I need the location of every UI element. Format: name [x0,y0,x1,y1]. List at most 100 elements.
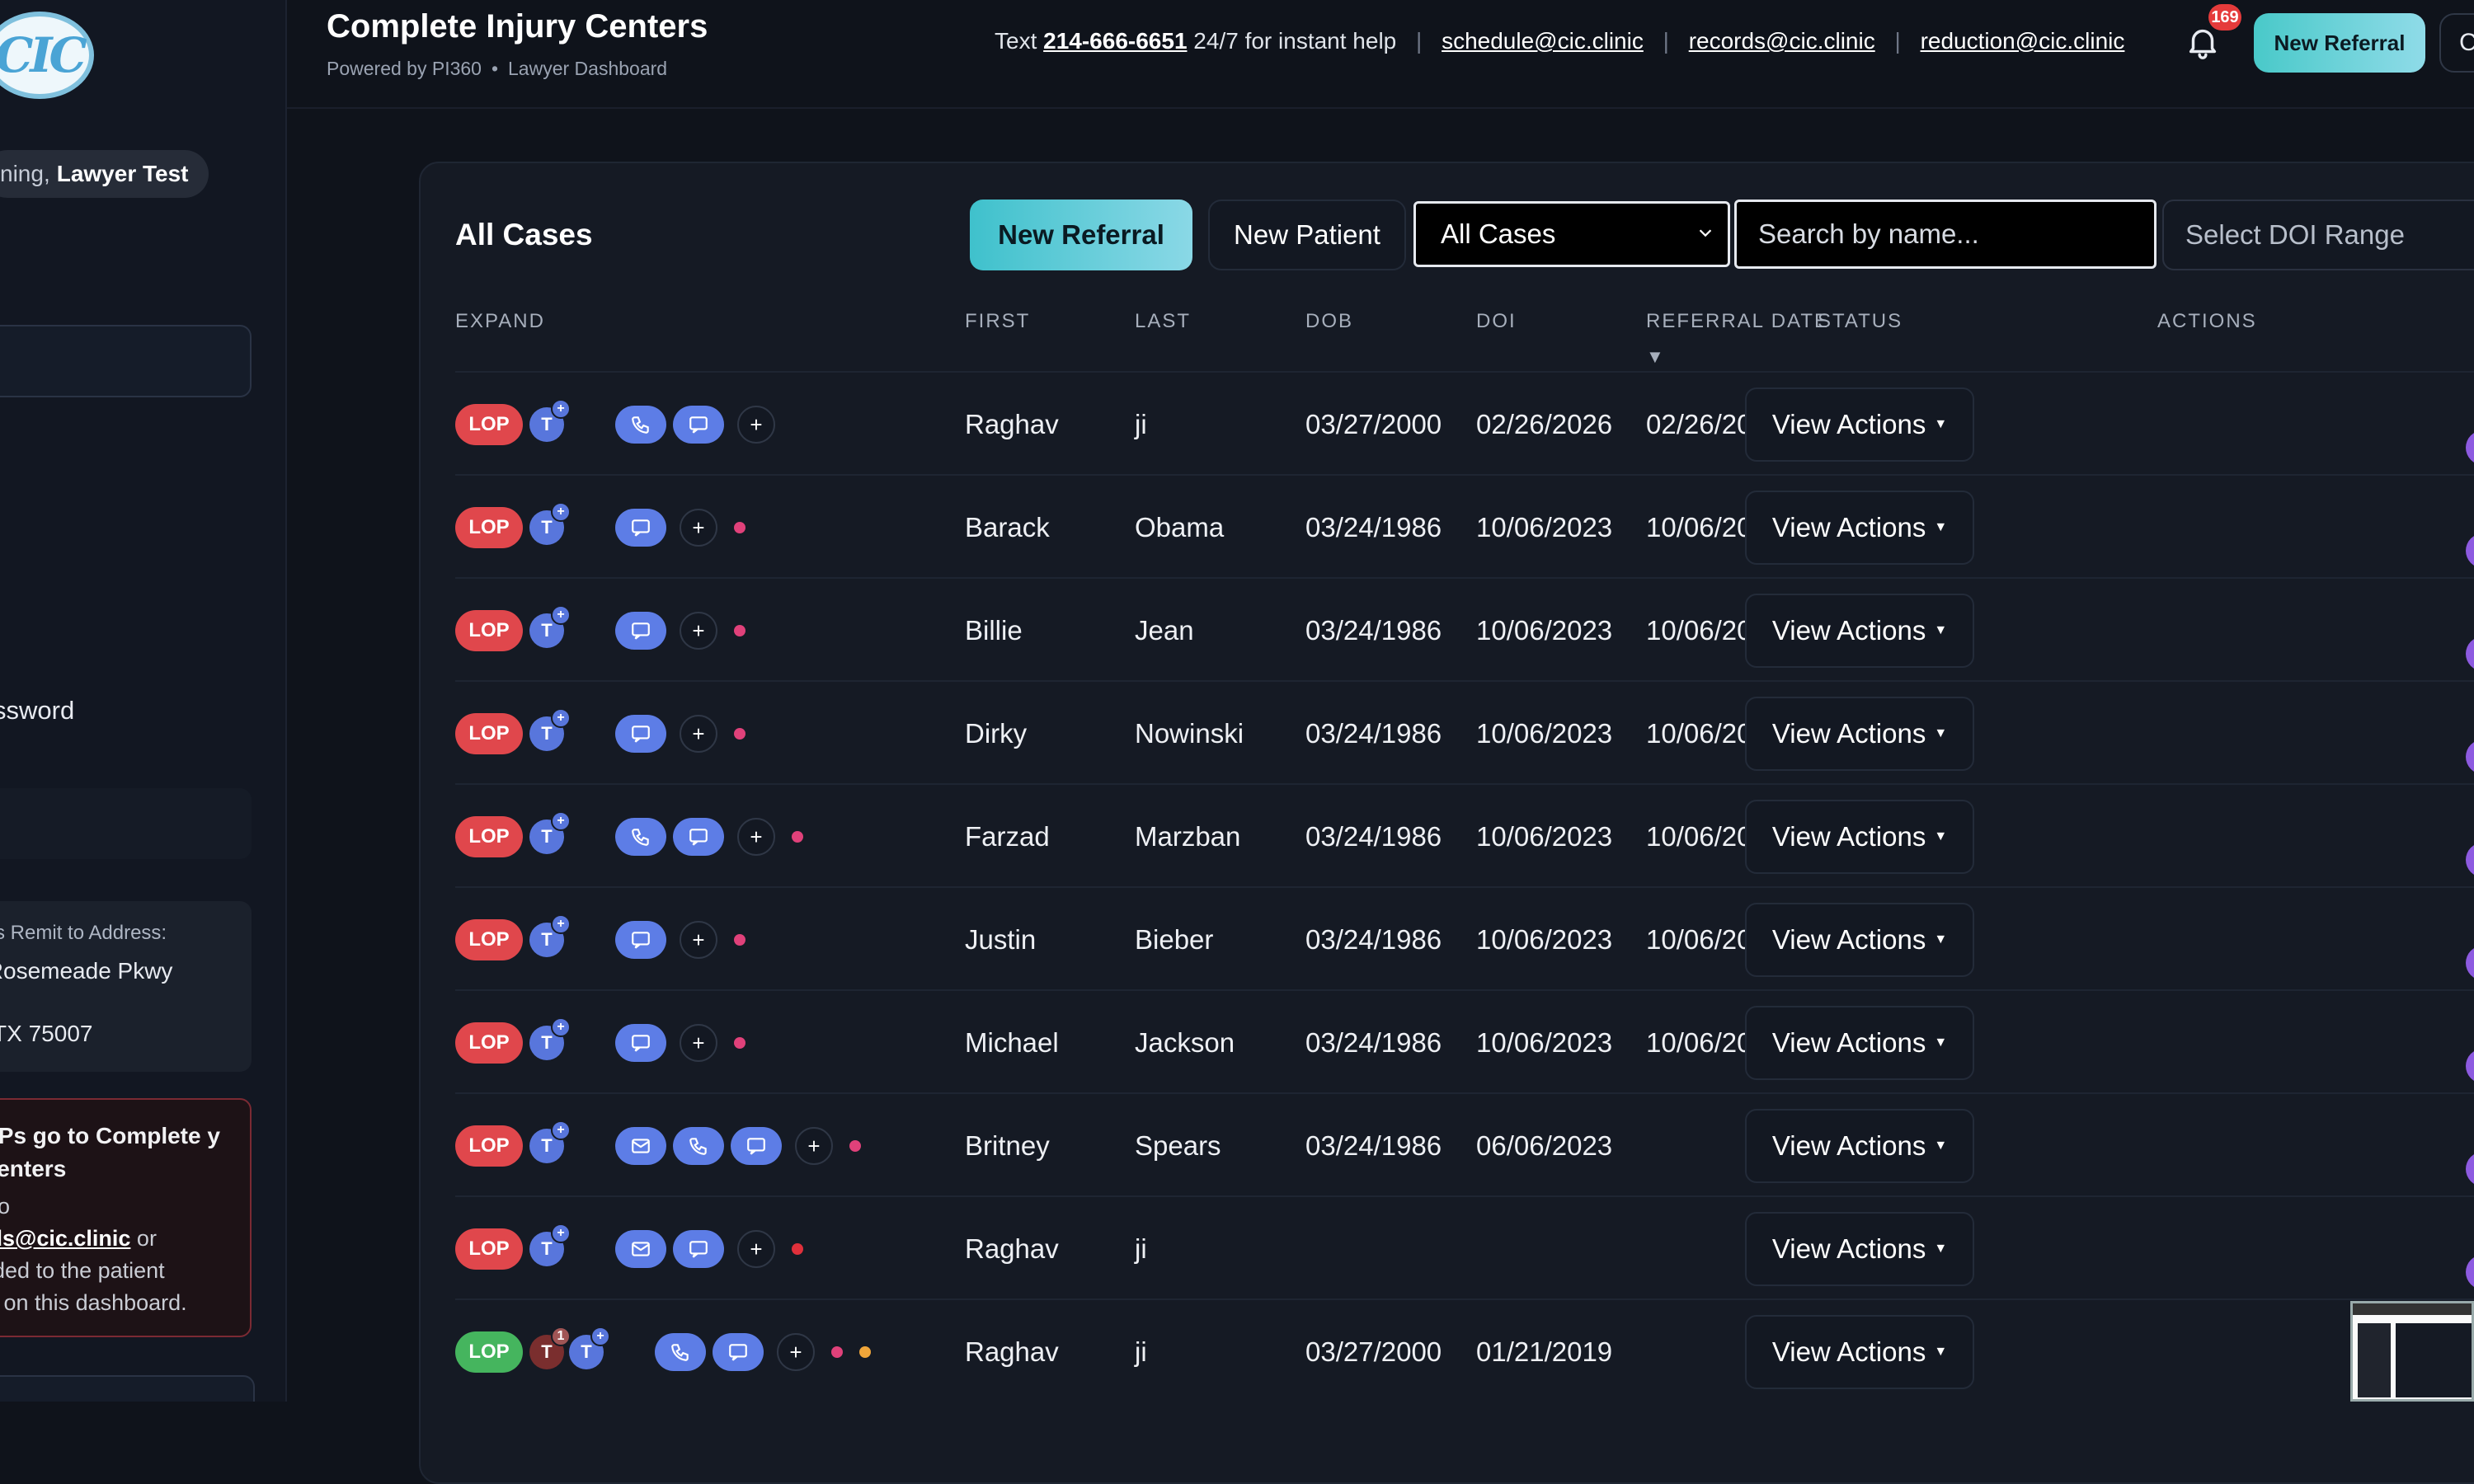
reminder-bell-icon[interactable]: 1 [2466,843,2474,877]
lop-badge[interactable]: LOP [455,1022,523,1064]
table-row[interactable]: LOP T + + Raghav ji View Actions ▼ [455,1195,2474,1299]
add-note-icon[interactable]: + [680,509,717,547]
reminder-bell-icon[interactable] [2466,740,2474,774]
col-dob[interactable]: DOB [1305,310,1353,333]
treatment-icon[interactable]: T + [529,1223,571,1266]
col-last[interactable]: LAST [1135,310,1191,333]
reminder-bell-icon[interactable] [2466,1049,2474,1083]
add-note-icon[interactable]: + [680,1024,717,1062]
lop-badge[interactable]: LOP [455,610,523,651]
phone-icon[interactable] [673,1127,724,1165]
treatment-complete-icon[interactable]: T1 [529,1327,571,1369]
lop-badge[interactable]: LOP [455,404,523,445]
col-referral-date[interactable]: REFERRAL DATE [1646,310,1829,333]
sidebar-nav-item[interactable] [0,325,252,397]
table-row[interactable]: LOPT+ 1 + Britney Spears 03/24/1986 06/06/2023… [455,1092,2474,1196]
lop-badge[interactable]: LOP [455,816,523,857]
treatment-icon[interactable]: T + [569,1327,610,1369]
table-row[interactable]: LOPT+1+Raghavji03/27/200002/26/202602/26… [455,371,2474,475]
header-extra-button[interactable]: C [2439,13,2474,73]
records-email-link[interactable]: records@cic.clinic [1689,28,1875,54]
reduction-email-link[interactable]: reduction@cic.clinic [1921,28,2125,54]
table-row[interactable]: LOP T + + Dirky Nowinski 03/24/1986 10/06/2023 1… [455,680,2474,784]
chat-icon[interactable] [615,715,666,753]
records-email-link[interactable]: rds@cic.clinic [0,1226,130,1251]
table-row[interactable]: LOP T + + Barack Obama 03/24/1986 10/06/2023 10/… [455,474,2474,578]
add-note-icon[interactable]: + [680,921,717,959]
reminder-bell-icon[interactable] [2466,946,2474,980]
table-row[interactable]: LOPT1T+1+ Raghav ji 03/27/2000 01/21/2019 Vie… [455,1298,2474,1402]
phone-icon[interactable] [655,1333,706,1371]
view-actions-button[interactable]: View Actions ▼ [1745,491,1974,565]
chat-icon[interactable] [713,1333,764,1371]
chat-icon[interactable] [615,1024,666,1062]
table-row[interactable]: LOPT+ 1 + Farzad Marzban 03/24/1986 10/06/2023… [455,783,2474,887]
treatment-icon[interactable]: T + [529,399,571,442]
view-actions-button[interactable]: View Actions ▼ [1745,1212,1974,1286]
sidebar-nav-item[interactable] [0,1375,255,1402]
view-actions-button[interactable]: View Actions ▼ [1745,1006,1974,1080]
reminder-bell-icon[interactable] [2466,533,2474,568]
reminder-bell-icon[interactable]: 1 [2466,1152,2474,1186]
reminder-bell-icon[interactable] [2466,636,2474,671]
view-actions-button[interactable]: View Actions ▼ [1745,800,1974,874]
chat-icon[interactable] [615,509,666,547]
add-note-icon[interactable]: + [680,612,717,650]
add-note-icon[interactable]: + [737,406,775,444]
new-patient-button[interactable]: New Patient [1208,200,1406,270]
lop-badge[interactable]: LOP [455,1125,523,1167]
col-first[interactable]: FIRST [965,310,1030,333]
case-filter-select[interactable]: All Cases [1413,201,1730,267]
chat-icon[interactable] [673,1230,724,1268]
view-actions-button[interactable]: View Actions ▼ [1745,594,1974,668]
chat-icon[interactable] [673,406,724,444]
new-referral-button[interactable]: New Referral [970,200,1192,270]
lop-badge[interactable]: LOP [455,1331,523,1373]
screenshot-thumbnail[interactable] [2350,1301,2474,1402]
add-note-icon[interactable]: + [737,1230,775,1268]
treatment-icon[interactable]: T + [529,1120,571,1163]
view-actions-button[interactable]: View Actions ▼ [1745,903,1974,977]
table-row[interactable]: LOP T + + Billie Jean 03/24/1986 10/06/2023 10/0… [455,577,2474,681]
cic-logo[interactable]: CIC [0,12,94,99]
chat-icon[interactable] [673,818,724,856]
table-row[interactable]: LOP T + + Justin Bieber 03/24/1986 10/06/2023 10… [455,886,2474,990]
add-note-icon[interactable]: + [737,818,775,856]
mail-icon[interactable] [615,1230,666,1268]
sort-desc-icon[interactable]: ▼ [1646,346,1664,368]
add-note-icon[interactable]: + [777,1333,815,1371]
reminder-bell-icon[interactable] [2466,1255,2474,1289]
phone-icon[interactable] [615,818,666,856]
table-row[interactable]: LOP T + + Michael Jackson 03/24/1986 10/06/2023… [455,989,2474,1093]
lop-badge[interactable]: LOP [455,713,523,754]
search-input[interactable] [1734,200,2157,269]
col-status[interactable]: STATUS [1818,310,1903,333]
sidebar-nav-item[interactable] [0,788,252,859]
chat-icon[interactable] [615,612,666,650]
treatment-icon[interactable]: T + [529,708,571,751]
add-note-icon[interactable]: + [680,715,717,753]
schedule-email-link[interactable]: schedule@cic.clinic [1442,28,1644,54]
mail-icon[interactable] [615,1127,666,1165]
treatment-icon[interactable]: T + [529,914,571,957]
treatment-icon[interactable]: T + [529,1017,571,1060]
doi-range-picker[interactable]: Select DOI Range [2162,200,2474,270]
add-note-icon[interactable]: + [795,1127,833,1165]
lop-badge[interactable]: LOP [455,507,523,548]
reminder-bell-icon[interactable]: 1 [2466,430,2474,465]
treatment-icon[interactable]: T + [529,502,571,545]
treatment-icon[interactable]: T + [529,605,571,648]
lop-badge[interactable]: LOP [455,1228,523,1270]
chat-icon[interactable] [615,921,666,959]
col-doi[interactable]: DOI [1476,310,1517,333]
sidebar-password-link[interactable]: ssword [0,696,74,726]
phone-icon[interactable] [615,406,666,444]
view-actions-button[interactable]: View Actions ▼ [1745,1315,1974,1389]
phone-link[interactable]: 214-666-6651 [1043,28,1187,54]
treatment-icon[interactable]: T + [529,811,571,854]
view-actions-button[interactable]: View Actions ▼ [1745,387,1974,462]
chat-icon[interactable] [731,1127,782,1165]
header-new-referral-button[interactable]: New Referral [2254,13,2425,73]
view-actions-button[interactable]: View Actions ▼ [1745,1109,1974,1183]
lop-badge[interactable]: LOP [455,919,523,960]
